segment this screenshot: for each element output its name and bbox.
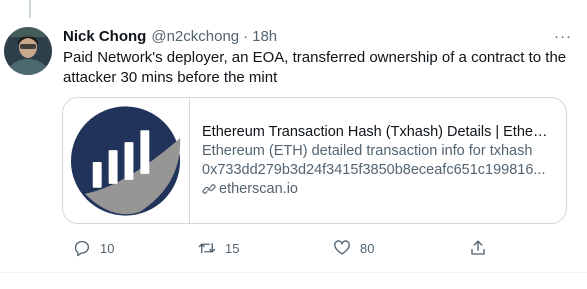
card-hash: 0x733dd279b3d24f3415f3850b8eceafc651c199… [202,161,546,178]
reply-button[interactable]: 10 [73,239,114,257]
avatar-image [4,27,52,75]
tweet-divider [0,272,587,273]
retweet-count: 15 [225,240,240,256]
card-thumbnail [63,98,190,223]
like-count: 80 [360,240,375,256]
like-button[interactable]: 80 [333,239,374,257]
link-icon [202,184,216,194]
etherscan-logo-icon [70,106,181,216]
avatar[interactable] [4,27,52,75]
separator-dot: · [243,27,249,45]
tweet-actions: 10 15 80 [63,236,503,260]
thread-connector-line [29,0,31,18]
share-icon [471,240,485,255]
card-body: Ethereum Transaction Hash (Txhash) Detai… [190,98,564,223]
card-description: Ethereum (ETH) detailed transaction info… [202,142,533,159]
tweet-text: Paid Network's deployer, an EOA, transfe… [63,49,567,86]
author-handle[interactable]: @n2ckchong [151,28,239,45]
retweet-button[interactable]: 15 [198,239,239,257]
link-preview-card[interactable]: Ethereum Transaction Hash (Txhash) Detai… [62,97,567,224]
share-button[interactable] [469,239,487,257]
card-domain-row: etherscan.io [202,180,552,199]
card-title: Ethereum Transaction Hash (Txhash) Detai… [202,123,552,140]
retweet-icon [198,242,216,254]
more-options-icon[interactable]: ··· [553,26,573,46]
heart-icon [334,240,350,255]
reply-count: 10 [100,240,115,256]
reply-icon [74,240,90,257]
tweet-header: Nick Chong @n2ckchong · 18h ··· [63,26,573,46]
author-name[interactable]: Nick Chong [63,28,146,45]
card-domain: etherscan.io [219,180,298,197]
timestamp[interactable]: 18h [252,28,277,45]
